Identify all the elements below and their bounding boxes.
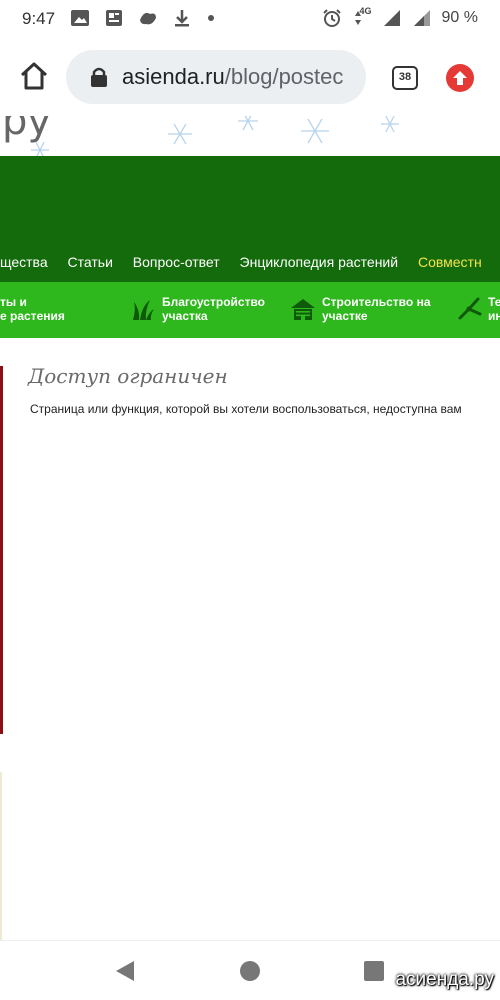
home-button-icon[interactable] [240, 961, 260, 981]
snowflakes-icon [31, 116, 399, 156]
pruner-icon [458, 297, 482, 320]
recents-icon[interactable] [364, 961, 384, 981]
site-header: щества Статьи Вопрос-ответ Энциклопедия … [0, 156, 500, 282]
category-landscaping[interactable]: Благоустройство участка [162, 295, 265, 323]
category-construction-line1: Строительство на [322, 295, 431, 309]
nav-item-qa[interactable]: Вопрос-ответ [133, 254, 220, 270]
nav-item-articles[interactable]: Статьи [68, 254, 113, 270]
notification-icons [70, 8, 214, 28]
lock-icon [91, 67, 107, 87]
sidebar-edge [0, 366, 3, 734]
tab-switcher-button[interactable]: 38 [392, 66, 418, 90]
battery-level: 90 % [441, 9, 478, 26]
image-icon [71, 10, 89, 26]
house-icon [291, 299, 315, 320]
alarm-icon [322, 9, 341, 27]
top-navigation: щества Статьи Вопрос-ответ Энциклопедия … [0, 254, 498, 270]
screen: 9:47 4G 90 % asienda.ru/blog/postec 38 р… [0, 0, 500, 1000]
signal-icon [383, 10, 400, 26]
url-text[interactable]: asienda.ru/blog/postec [122, 64, 352, 90]
news-icon [106, 10, 122, 26]
nav-item-communities[interactable]: щества [0, 254, 48, 270]
nav-item-encyclopedia[interactable]: Энциклопедия растений [240, 254, 399, 270]
category-landscaping-line2: участка [162, 309, 208, 323]
category-tools[interactable]: Те ин [488, 295, 500, 323]
game-icon [140, 12, 156, 25]
browser-toolbar: asienda.ru/blog/postec 38 [0, 38, 500, 116]
arrow-up-icon [453, 71, 467, 85]
category-tools-line2: ин [488, 309, 500, 323]
network-type: 4G [359, 6, 372, 16]
system-icons: 4G 90 % [322, 6, 478, 28]
category-landscaping-line1: Благоустройство [162, 295, 265, 309]
system-navigation-bar: асиенда.ру [0, 940, 500, 1000]
home-icon[interactable] [18, 60, 50, 92]
sidebar-edge-lower [0, 772, 2, 942]
page-title: Доступ ограничен [28, 364, 228, 388]
category-plants-line1: ты и [0, 295, 27, 309]
status-bar: 9:47 4G 90 % [0, 0, 500, 38]
site-header-decoration: ру [0, 116, 500, 156]
access-denied-message: Страница или функция, которой вы хотели … [30, 402, 462, 416]
category-tools-line1: Те [488, 295, 500, 309]
watermark: асиенда.ру [395, 969, 494, 990]
grass-icon [133, 300, 154, 320]
nav-item-joint[interactable]: Совместн [418, 254, 482, 270]
url-host: asienda.ru [122, 64, 225, 89]
category-plants-line2: е растения [0, 309, 65, 323]
signal-x-icon [413, 10, 430, 26]
url-path: /blog/postec [224, 64, 344, 89]
download-icon [175, 10, 189, 27]
category-plants[interactable]: ты и е растения [0, 295, 65, 323]
update-button[interactable] [446, 64, 474, 92]
category-construction-line2: участке [322, 309, 368, 323]
address-bar[interactable]: asienda.ru/blog/postec [66, 50, 366, 104]
back-icon[interactable] [114, 959, 136, 983]
status-time: 9:47 [22, 9, 56, 28]
category-bar: ты и е растения Благоустройство участка … [0, 282, 500, 338]
category-construction[interactable]: Строительство на участке [322, 295, 431, 323]
dot-icon [208, 15, 214, 21]
